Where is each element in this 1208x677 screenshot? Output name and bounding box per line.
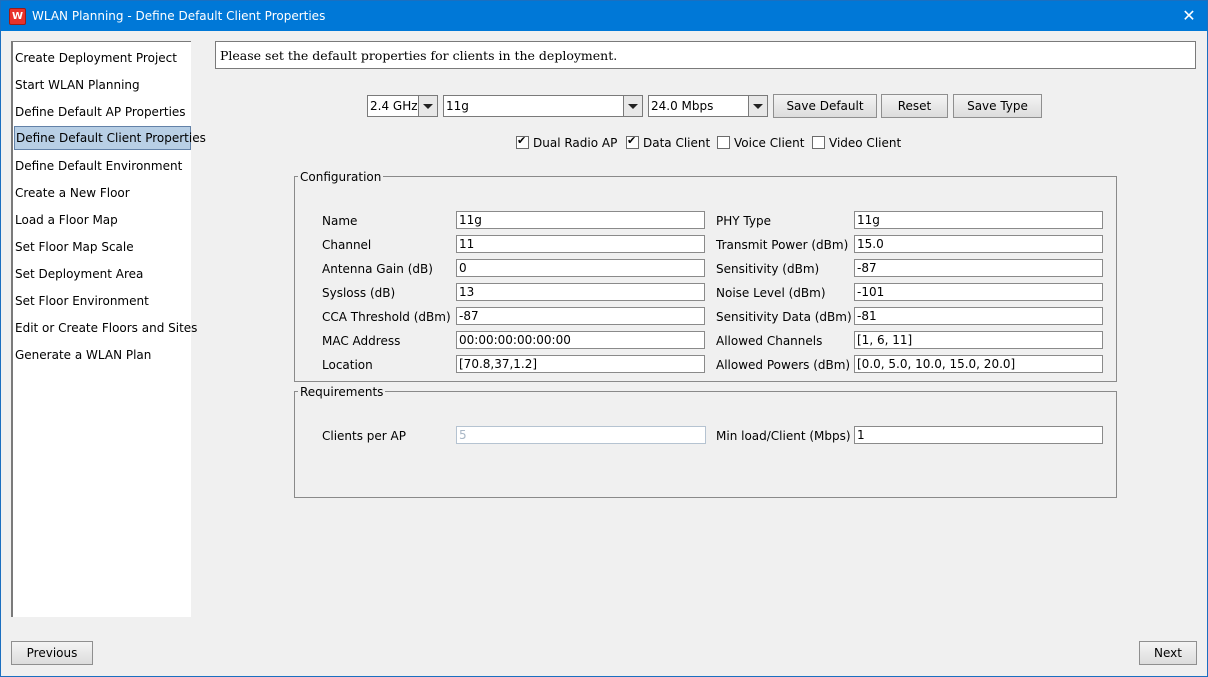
allowed-powers-value: [0.0, 5.0, 10.0, 15.0, 20.0] [857,357,1016,371]
data-client-checkbox[interactable]: Data Client [626,134,711,151]
phy-type-field[interactable]: 11g [854,211,1103,229]
video-client-checkbox[interactable]: Video Client [812,135,902,151]
chevron-down-icon[interactable] [623,96,642,116]
checkbox-checked-icon[interactable] [516,134,529,149]
chevron-down-icon[interactable] [748,96,767,116]
allowed-channels-value: [1, 6, 11] [857,333,913,347]
phy-type-value: 11g [857,213,880,227]
step-set-floor-environment[interactable]: Set Floor Environment [14,289,189,313]
dual-radio-ap-label: Dual Radio AP [533,136,618,150]
configuration-title: Configuration [298,170,384,184]
title-bar: W WLAN Planning - Define Default Client … [0,0,1208,31]
sensitivity-label: Sensitivity (dBm) [716,262,820,276]
sysloss-label: Sysloss (dB) [322,286,396,300]
noise-level-label: Noise Level (dBm) [716,286,826,300]
checkbox-unchecked-icon[interactable] [812,136,825,149]
allowed-channels-label: Allowed Channels [716,334,823,348]
app-icon: W [9,8,26,25]
video-client-label: Video Client [829,136,902,150]
location-field[interactable]: [70.8,37,1.2] [456,355,705,373]
dual-radio-ap-checkbox[interactable]: Dual Radio AP [516,134,618,151]
step-define-default-environment[interactable]: Define Default Environment [14,154,189,178]
step-load-floor-map[interactable]: Load a Floor Map [14,208,189,232]
sensitivity-data-label: Sensitivity Data (dBm) [716,310,852,324]
previous-button[interactable]: Previous [11,641,93,665]
name-value: 11g [459,213,482,227]
requirements-group [294,391,1117,498]
allowed-powers-label: Allowed Powers (dBm) [716,358,851,372]
transmit-power-field[interactable]: 15.0 [854,235,1103,253]
mac-address-label: MAC Address [322,334,401,348]
voice-client-checkbox[interactable]: Voice Client [717,135,805,151]
location-value: [70.8,37,1.2] [459,357,538,371]
min-load-field[interactable]: 1 [854,426,1103,444]
cca-threshold-label: CCA Threshold (dBm) [322,310,451,324]
close-icon[interactable]: ✕ [1171,1,1207,31]
requirements-title: Requirements [298,385,386,399]
sensitivity-data-field[interactable]: -81 [854,307,1103,325]
sysloss-value: 13 [459,285,475,299]
mac-address-value: 00:00:00:00:00:00 [459,333,571,347]
sysloss-field[interactable]: 13 [456,283,705,301]
step-generate-wlan-plan[interactable]: Generate a WLAN Plan [14,343,189,367]
chevron-down-icon[interactable] [418,96,437,116]
sensitivity-data-value: -81 [857,309,877,323]
clients-per-ap-field: 5 [456,426,706,444]
step-define-default-client-properties[interactable]: Define Default Client Properties [14,126,206,150]
step-start-wlan-planning[interactable]: Start WLAN Planning [14,73,189,97]
phy-type-label: PHY Type [716,214,771,228]
clients-per-ap-label: Clients per AP [322,429,406,443]
transmit-power-label: Transmit Power (dBm) [716,238,849,252]
checkbox-unchecked-icon[interactable] [717,136,730,149]
noise-level-field[interactable]: -101 [854,283,1103,301]
band-select-value: 2.4 GHz [370,99,418,113]
min-load-value: 1 [857,428,865,442]
instruction-text: Please set the default properties for cl… [220,48,618,63]
name-field[interactable]: 11g [456,211,705,229]
channel-field[interactable]: 11 [456,235,705,253]
antenna-gain-field[interactable]: 0 [456,259,705,277]
save-type-button[interactable]: Save Type [953,94,1042,118]
min-load-label: Min load/Client (Mbps) [716,429,851,443]
step-edit-or-create-floors[interactable]: Edit or Create Floors and Sites [14,316,197,340]
step-set-floor-map-scale[interactable]: Set Floor Map Scale [14,235,189,259]
rate-select-value: 24.0 Mbps [651,99,714,113]
cca-threshold-value: -87 [459,309,479,323]
client-type-select-value: 11g [446,99,469,113]
channel-label: Channel [322,238,372,252]
step-create-deployment-project[interactable]: Create Deployment Project [14,46,189,70]
client-type-select[interactable]: 11g [443,95,643,117]
step-define-default-ap-properties[interactable]: Define Default AP Properties [14,100,189,124]
allowed-channels-field[interactable]: [1, 6, 11] [854,331,1103,349]
location-label: Location [322,358,373,372]
next-button[interactable]: Next [1139,641,1197,665]
voice-client-label: Voice Client [734,136,805,150]
allowed-powers-field[interactable]: [0.0, 5.0, 10.0, 15.0, 20.0] [854,355,1103,373]
name-label: Name [322,214,358,228]
rate-select[interactable]: 24.0 Mbps [648,95,768,117]
step-set-deployment-area[interactable]: Set Deployment Area [14,262,189,286]
data-client-label: Data Client [643,136,711,150]
sensitivity-field[interactable]: -87 [854,259,1103,277]
channel-value: 11 [459,237,475,251]
cca-threshold-field[interactable]: -87 [456,307,705,325]
window-title: WLAN Planning - Define Default Client Pr… [32,9,326,23]
clients-per-ap-value: 5 [459,428,467,442]
instruction-box: Please set the default properties for cl… [215,41,1196,69]
mac-address-field[interactable]: 00:00:00:00:00:00 [456,331,705,349]
configuration-group [294,176,1117,382]
checkbox-checked-icon[interactable] [626,134,639,149]
wizard-steps-list: Create Deployment Project Start WLAN Pla… [11,41,206,617]
save-default-button[interactable]: Save Default [773,94,877,118]
noise-level-value: -101 [857,285,885,299]
antenna-gain-value: 0 [459,261,467,275]
transmit-power-value: 15.0 [857,237,884,251]
band-select[interactable]: 2.4 GHz [367,95,438,117]
step-create-new-floor[interactable]: Create a New Floor [14,181,189,205]
antenna-gain-label: Antenna Gain (dB) [322,262,433,276]
reset-button[interactable]: Reset [881,94,948,118]
sensitivity-value: -87 [857,261,877,275]
